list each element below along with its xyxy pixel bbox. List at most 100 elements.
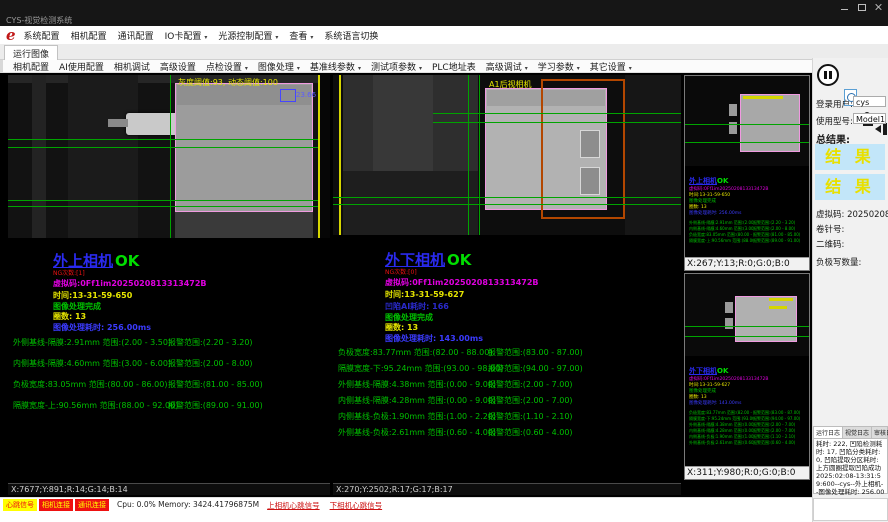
loop-count-text: 圈数: 13 (53, 311, 86, 322)
camera-name: 外下相机 (689, 367, 717, 375)
cell-region-bottom (175, 212, 313, 238)
reflective-tab (725, 318, 733, 329)
overlay-mark (769, 298, 793, 301)
elapsed-text: 图像处理耗时: 143.00ms (385, 333, 483, 344)
menu-item-language[interactable]: 系统语言切换 (324, 29, 378, 42)
measure-row: 内侧基线-隔膜:4.60mm 范围:(3.00 - 6.00) (13, 358, 171, 369)
toolbar: 相机配置 AI使用配置 相机调试 高级设置 点检设置 图像处理 基准线参数 测试… (0, 60, 888, 73)
tool-baseline-params[interactable]: 基准线参数 (310, 60, 361, 73)
tool-ai-config[interactable]: AI使用配置 (59, 60, 104, 73)
baseline-line (333, 197, 681, 198)
measure-row: 隔膜宽度-下:95.24mm 范围:(93.00 - 98.00) (338, 363, 503, 374)
machine-frame (68, 75, 138, 238)
login-user-field[interactable]: cys (853, 96, 886, 107)
menu-item-comm-config[interactable]: 通讯配置 (118, 29, 154, 42)
right-sidebar: 登录用户: cys 使用型号: Model1 总结果: 结 果 结 果 虚拟码:… (812, 58, 888, 522)
log-text: 耗时: 222, 凹陷检测耗时: 17, 凹陷分类耗时: 0, 凹陷提取分区耗时… (814, 439, 887, 505)
ng-count-text: NG次数:[1] (53, 268, 85, 277)
reflective-tab (725, 302, 733, 313)
alarm-range: 报警范围:(83.00 - 87.00) (488, 347, 583, 358)
tool-image-processing[interactable]: 图像处理 (258, 60, 300, 73)
alarm-range: 报警范围:(2.20 - 3.20) (168, 337, 253, 348)
login-user-label: 登录用户: (816, 98, 853, 110)
menu-item-io-config[interactable]: IO卡配置 (165, 29, 208, 42)
overlay-mark (769, 306, 787, 309)
left-camera-image: 灰度阈值:93, 动态阈值:100 23.66 (8, 75, 330, 238)
middle-result-panel: 外下相机OK NG次数:[0] 虚拟码:0Ff1im20250208133134… (333, 235, 681, 483)
window-controls (840, 3, 883, 11)
camera-connection-badge: 相机连接 (39, 499, 73, 511)
menu-bar: e 系统配置 相机配置 通讯配置 IO卡配置 光源控制配置 查看 系统语言切换 (0, 26, 888, 45)
overlay-mark (743, 96, 783, 99)
pause-button[interactable] (817, 64, 839, 86)
mini-bottom-result-panel: 外下相机OK 虚拟码:0Ff1im2025020813313472B 时间:13… (689, 358, 807, 464)
measure-row: 外侧基线-隔膜:2.91mm 范围:(2.00 - 3.50) (13, 337, 171, 348)
measure-row: 外侧基线-负极:2.61mm 范围:(0.60 - 4.00) (338, 427, 496, 438)
loop-count-text: 圈数: 13 (385, 322, 418, 333)
mini-bottom-camera-view[interactable]: 外下相机OK 虚拟码:0Ff1im2025020813313472B 时间:13… (684, 273, 810, 480)
tool-camera-debug[interactable]: 相机调试 (114, 60, 150, 73)
left-pixel-coords: X:7677;Y:891;R:14;G:14;B:14 (8, 483, 330, 495)
measure-value-text: 23.66 (296, 91, 316, 99)
alarm-range: 报警范围:(2.00 - 7.00) (488, 379, 573, 390)
log-tab-vision[interactable]: 视觉日志 (843, 427, 872, 438)
menu-item-system-config[interactable]: 系统配置 (24, 29, 60, 42)
log-footer-box (813, 498, 888, 521)
result-ok-text: OK (717, 367, 728, 375)
edge-marker-line (339, 75, 341, 235)
measure-row: 负极宽度:83.05mm 范围:(80.00 - 86.00) (13, 379, 167, 390)
measure-row: 隔膜宽度-上:90.56mm 范围:(88.00 - 92.00) (13, 400, 178, 411)
menu-item-camera-config[interactable]: 相机配置 (71, 29, 107, 42)
machine-frame (320, 75, 330, 238)
tool-advanced-debug[interactable]: 高级调试 (486, 60, 528, 73)
alarm-range: 报警范围:(0.60 - 4.00) (488, 427, 573, 438)
log-tab-run[interactable]: 运行日志 (814, 427, 843, 438)
maximize-icon[interactable] (857, 3, 866, 11)
virtual-code-text: 虚拟码:0Ff1im2025020813313472B (53, 278, 207, 289)
tool-plc-address[interactable]: PLC地址表 (432, 60, 476, 73)
measure-row: 外侧基线-负极:2.61mm 范围:(0.60 - 4.00)报警范围:(0.6… (689, 440, 807, 446)
alarm-range: 报警范围:(2.00 - 8.00) (168, 358, 253, 369)
lower-camera-heartbeat-warning[interactable]: 下相机心跳信号 (330, 500, 383, 511)
result-ok-text: OK (447, 251, 471, 269)
machine-frame (343, 171, 478, 235)
heartbeat-status-badge: 心跳信号 (3, 499, 37, 511)
measure-row: 内侧基线-负极:1.90mm 范围:(1.00 - 2.20) (338, 411, 496, 422)
menu-item-light-config[interactable]: 光源控制配置 (218, 29, 278, 42)
middle-pixel-coords: X:270;Y:2502;R:17;G:17;B:17 (333, 483, 681, 495)
minimize-icon[interactable] (840, 3, 849, 11)
tool-test-params[interactable]: 测试项参数 (371, 60, 422, 73)
middle-camera-view[interactable]: A1后视相机 外下相机OK NG次数:[0] 虚拟码:0Ff1im2025020… (333, 75, 681, 495)
baseline-line (8, 206, 330, 207)
tool-spot-check[interactable]: 点检设置 (206, 60, 248, 73)
menu-item-view[interactable]: 查看 (289, 29, 313, 42)
write-count-label: 负极写数量: (816, 256, 861, 268)
elapsed-text: 图像处理耗时: 256.00ms (53, 322, 151, 333)
gripper-cable (108, 119, 128, 127)
baseline-line (685, 326, 809, 327)
close-icon[interactable] (874, 3, 883, 11)
tool-advanced-settings[interactable]: 高级设置 (160, 60, 196, 73)
baseline-line (8, 147, 330, 148)
app-logo-icon: e (6, 28, 16, 42)
tool-learning-params[interactable]: 学习参数 (538, 60, 580, 73)
measure-row: 外侧基线-隔膜:4.38mm 范围:(0.00 - 9.00) (338, 379, 496, 390)
machine-frame (32, 75, 46, 238)
cell-region-outline (740, 94, 800, 152)
alarm-range: 报警范围:(89.00 - 91.00) (168, 400, 263, 411)
upper-camera-heartbeat-warning[interactable]: 上相机心跳信号 (267, 500, 320, 511)
log-tab-audit[interactable]: 审核日志 (872, 427, 888, 438)
mini-top-camera-view[interactable]: 外上相机OK 虚拟码:0Ff1im2025020813313472B 时间:13… (684, 75, 810, 271)
result-ok-text: OK (717, 177, 728, 185)
tool-other-settings[interactable]: 其它设置 (590, 60, 632, 73)
comm-connection-badge: 通讯连接 (75, 499, 109, 511)
alarm-range: 报警范围:(1.10 - 2.10) (488, 411, 573, 422)
mini-bottom-image (685, 274, 809, 356)
model-field[interactable]: Model1 (853, 113, 886, 124)
ai-elapsed-text: 凹陷AI耗时: 166 (385, 301, 449, 312)
tab-strip: 运行图像 (0, 44, 888, 60)
alarm-range: 报警范围:(2.00 - 7.00) (488, 395, 573, 406)
left-camera-view[interactable]: 灰度阈值:93, 动态阈值:100 23.66 外上相机OK NG次数:[1] … (8, 75, 330, 495)
tool-camera-config[interactable]: 相机配置 (13, 60, 49, 73)
reflective-tab (580, 130, 600, 158)
